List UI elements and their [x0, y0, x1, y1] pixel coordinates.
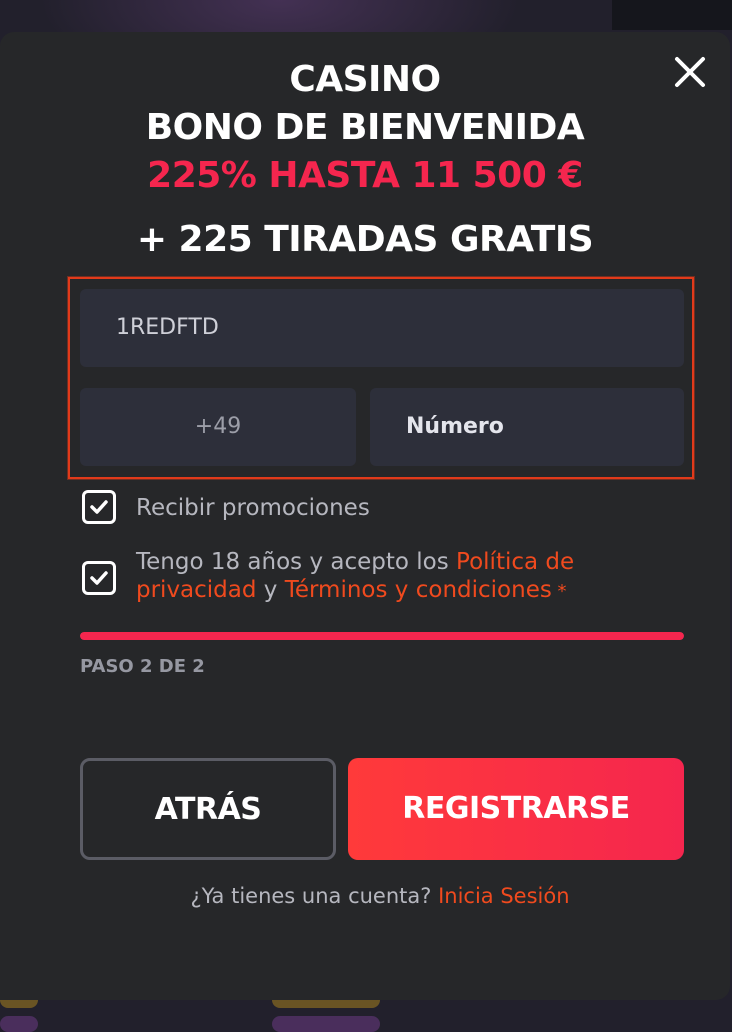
login-link[interactable]: Inicia Sesión [438, 884, 569, 908]
login-prompt-row: ¿Ya tienes una cuenta? Inicia Sesión [0, 884, 732, 908]
login-prompt-text: ¿Ya tienes una cuenta? [190, 884, 439, 908]
progress-bar [80, 632, 684, 640]
title-welcome-bonus: BONO DE BIENVENIDA [145, 107, 585, 148]
back-button[interactable]: ATRÁS [80, 758, 336, 860]
terms-label: Tengo 18 años y acepto los Política de p… [136, 548, 696, 606]
promotions-checkbox[interactable] [82, 490, 116, 524]
title-free-spins: + 225 TIRADAS GRATIS [136, 219, 594, 260]
promotions-label: Recibir promociones [136, 495, 370, 521]
required-marker: * [551, 581, 567, 602]
terms-conditions-link[interactable]: Términos y condiciones [285, 577, 552, 603]
title-bonus-amount: 225% HASTA 11 500 € [147, 155, 583, 196]
background-tile [272, 1016, 380, 1032]
phone-number-input[interactable]: Número [370, 388, 684, 466]
checkmark-icon [90, 571, 108, 585]
register-button[interactable]: REGISTRARSE [348, 758, 684, 860]
promo-code-input[interactable]: 1REDFTD [80, 289, 684, 367]
background-tile [0, 1016, 38, 1032]
phone-prefix-input[interactable]: +49 [80, 388, 356, 466]
terms-joiner-text: y [256, 577, 285, 603]
terms-prefix-text: Tengo 18 años y acepto los [136, 549, 457, 575]
progress-fill [80, 632, 684, 640]
terms-checkbox[interactable] [82, 561, 116, 595]
checkmark-icon [90, 500, 108, 514]
title-casino: CASINO [289, 59, 441, 100]
background-tile [612, 0, 732, 30]
step-indicator: PASO 2 DE 2 [80, 656, 205, 677]
